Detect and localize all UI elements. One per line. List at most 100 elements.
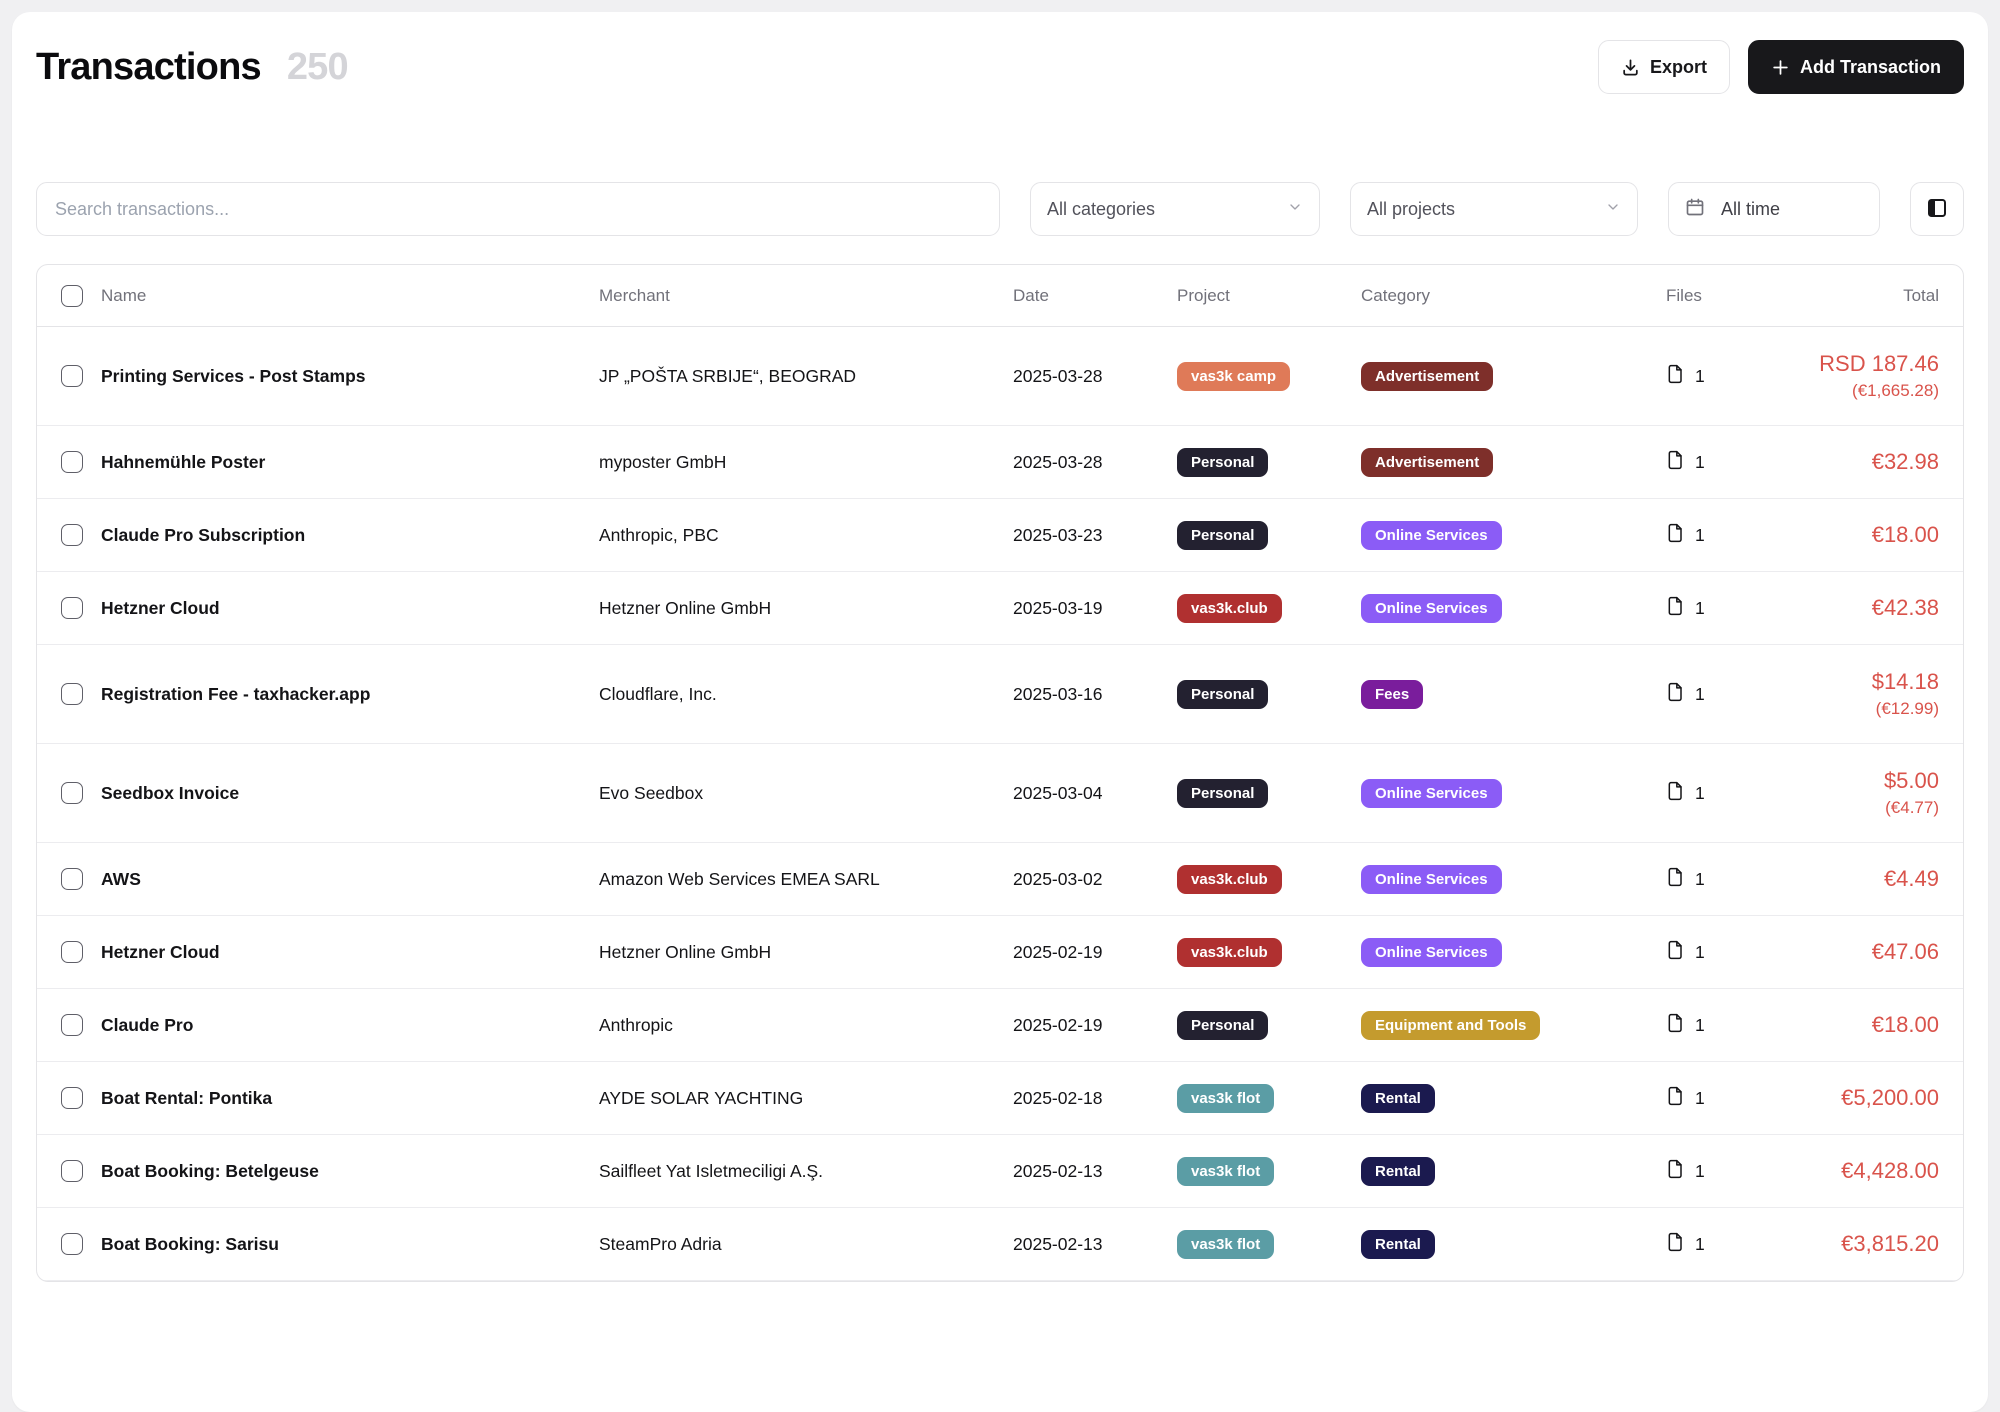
- table-row[interactable]: Boat Booking: Sarisu SteamPro Adria 2025…: [37, 1208, 1963, 1281]
- column-settings-button[interactable]: [1910, 182, 1964, 236]
- row-checkbox[interactable]: [61, 597, 83, 619]
- project-badge[interactable]: vas3k camp: [1177, 362, 1290, 391]
- category-badge[interactable]: Fees: [1361, 680, 1423, 709]
- total-cell: €18.00: [1791, 522, 1963, 548]
- row-select-cell: [37, 782, 101, 804]
- categories-filter[interactable]: All categories: [1030, 182, 1320, 236]
- files-cell: 1: [1666, 450, 1791, 475]
- table-row[interactable]: Hetzner Cloud Hetzner Online GmbH 2025-0…: [37, 916, 1963, 989]
- files-cell: 1: [1666, 596, 1791, 621]
- project-badge[interactable]: vas3k flot: [1177, 1157, 1274, 1186]
- search-box: [36, 182, 1000, 236]
- project-badge[interactable]: vas3k flot: [1177, 1084, 1274, 1113]
- column-header-project[interactable]: Project: [1177, 286, 1361, 306]
- filters-bar: All categories All projects All time: [36, 182, 1964, 236]
- search-input[interactable]: [36, 182, 1000, 236]
- category-badge[interactable]: Rental: [1361, 1157, 1435, 1186]
- add-transaction-label: Add Transaction: [1800, 57, 1941, 78]
- category-badge[interactable]: Online Services: [1361, 594, 1502, 623]
- total-amount: €4,428.00: [1791, 1158, 1939, 1184]
- row-select-cell: [37, 524, 101, 546]
- category-badge[interactable]: Rental: [1361, 1084, 1435, 1113]
- project-badge[interactable]: Personal: [1177, 1011, 1268, 1040]
- category-cell: Rental: [1361, 1230, 1666, 1259]
- category-badge[interactable]: Advertisement: [1361, 362, 1493, 391]
- total-cell: $5.00 (€4.77): [1791, 768, 1963, 818]
- categories-filter-label: All categories: [1047, 199, 1155, 220]
- project-badge[interactable]: Personal: [1177, 779, 1268, 808]
- transaction-name: Hahnemühle Poster: [101, 452, 599, 473]
- column-header-category[interactable]: Category: [1361, 286, 1666, 306]
- total-cell: €32.98: [1791, 449, 1963, 475]
- category-badge[interactable]: Online Services: [1361, 865, 1502, 894]
- row-checkbox[interactable]: [61, 524, 83, 546]
- project-badge[interactable]: vas3k.club: [1177, 938, 1282, 967]
- category-badge[interactable]: Rental: [1361, 1230, 1435, 1259]
- row-checkbox[interactable]: [61, 868, 83, 890]
- projects-filter[interactable]: All projects: [1350, 182, 1638, 236]
- row-checkbox[interactable]: [61, 941, 83, 963]
- category-badge[interactable]: Online Services: [1361, 521, 1502, 550]
- row-select-cell: [37, 1014, 101, 1036]
- column-header-date[interactable]: Date: [1013, 286, 1177, 306]
- column-header-merchant[interactable]: Merchant: [599, 286, 1013, 306]
- total-amount: €18.00: [1791, 1012, 1939, 1038]
- transaction-merchant: Anthropic: [599, 1015, 1013, 1036]
- table-row[interactable]: Claude Pro Subscription Anthropic, PBC 2…: [37, 499, 1963, 572]
- file-icon: [1666, 867, 1686, 892]
- row-checkbox[interactable]: [61, 451, 83, 473]
- column-header-files[interactable]: Files: [1666, 286, 1791, 306]
- column-header-name[interactable]: Name: [101, 286, 599, 306]
- page-title: Transactions: [36, 46, 261, 89]
- category-badge[interactable]: Advertisement: [1361, 448, 1493, 477]
- table-row[interactable]: Claude Pro Anthropic 2025-02-19 Personal…: [37, 989, 1963, 1062]
- table-row[interactable]: Boat Rental: Pontika AYDE SOLAR YACHTING…: [37, 1062, 1963, 1135]
- table-row[interactable]: Hetzner Cloud Hetzner Online GmbH 2025-0…: [37, 572, 1963, 645]
- project-badge[interactable]: vas3k.club: [1177, 594, 1282, 623]
- project-cell: Personal: [1177, 448, 1361, 477]
- row-checkbox[interactable]: [61, 1014, 83, 1036]
- table-row[interactable]: Registration Fee - taxhacker.app Cloudfl…: [37, 645, 1963, 744]
- total-cell: RSD 187.46 (€1,665.28): [1791, 351, 1963, 401]
- files-cell: 1: [1666, 1159, 1791, 1184]
- files-cell: 1: [1666, 867, 1791, 892]
- transaction-name: Registration Fee - taxhacker.app: [101, 684, 599, 705]
- transaction-name: Boat Booking: Sarisu: [101, 1234, 599, 1255]
- table-row[interactable]: Boat Booking: Betelgeuse Sailfleet Yat I…: [37, 1135, 1963, 1208]
- project-badge[interactable]: Personal: [1177, 521, 1268, 550]
- row-checkbox[interactable]: [61, 1160, 83, 1182]
- row-checkbox[interactable]: [61, 1233, 83, 1255]
- total-cell: €5,200.00: [1791, 1085, 1963, 1111]
- project-badge[interactable]: Personal: [1177, 680, 1268, 709]
- row-checkbox[interactable]: [61, 365, 83, 387]
- column-header-total[interactable]: Total: [1791, 286, 1963, 306]
- transaction-date: 2025-02-13: [1013, 1234, 1177, 1255]
- total-converted-amount: (€1,665.28): [1791, 381, 1939, 401]
- row-select-cell: [37, 941, 101, 963]
- transaction-date: 2025-03-28: [1013, 366, 1177, 387]
- row-checkbox[interactable]: [61, 782, 83, 804]
- category-badge[interactable]: Online Services: [1361, 938, 1502, 967]
- date-range-filter[interactable]: All time: [1668, 182, 1880, 236]
- total-converted-amount: (€12.99): [1791, 699, 1939, 719]
- row-checkbox[interactable]: [61, 683, 83, 705]
- project-badge[interactable]: vas3k.club: [1177, 865, 1282, 894]
- table-row[interactable]: AWS Amazon Web Services EMEA SARL 2025-0…: [37, 843, 1963, 916]
- project-badge[interactable]: vas3k flot: [1177, 1230, 1274, 1259]
- project-badge[interactable]: Personal: [1177, 448, 1268, 477]
- category-cell: Advertisement: [1361, 362, 1666, 391]
- category-badge[interactable]: Equipment and Tools: [1361, 1011, 1540, 1040]
- table-row[interactable]: Printing Services - Post Stamps JP „POŠT…: [37, 327, 1963, 426]
- select-all-checkbox[interactable]: [61, 285, 83, 307]
- category-badge[interactable]: Online Services: [1361, 779, 1502, 808]
- files-cell: 1: [1666, 1232, 1791, 1257]
- total-amount: €32.98: [1791, 449, 1939, 475]
- transaction-date: 2025-03-19: [1013, 598, 1177, 619]
- row-select-cell: [37, 868, 101, 890]
- transaction-merchant: Amazon Web Services EMEA SARL: [599, 869, 1013, 890]
- table-row[interactable]: Seedbox Invoice Evo Seedbox 2025-03-04 P…: [37, 744, 1963, 843]
- export-button[interactable]: Export: [1598, 40, 1730, 94]
- add-transaction-button[interactable]: Add Transaction: [1748, 40, 1964, 94]
- row-checkbox[interactable]: [61, 1087, 83, 1109]
- table-row[interactable]: Hahnemühle Poster myposter GmbH 2025-03-…: [37, 426, 1963, 499]
